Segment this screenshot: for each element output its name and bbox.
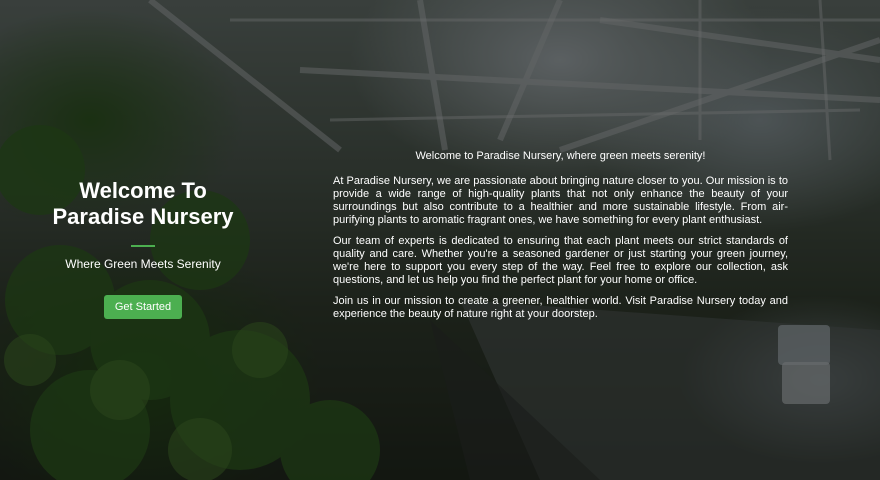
tagline: Where Green Meets Serenity [65,257,221,271]
page-title: Welcome To Paradise Nursery [0,178,286,230]
hero-intro: Welcome To Paradise Nursery Where Green … [0,178,286,319]
about-paragraph-team: Our team of experts is dedicated to ensu… [333,235,788,286]
get-started-button[interactable]: Get Started [103,295,183,319]
landing-hero: Welcome To Paradise Nursery Where Green … [0,0,880,480]
title-divider [131,245,155,247]
title-line-2: Paradise Nursery [52,204,234,229]
about-section: Welcome to Paradise Nursery, where green… [333,150,788,329]
about-paragraph-mission: At Paradise Nursery, we are passionate a… [333,175,788,226]
about-intro: Welcome to Paradise Nursery, where green… [415,150,706,162]
title-line-1: Welcome To [79,178,207,203]
about-paragraph-join: Join us in our mission to create a green… [333,295,788,320]
